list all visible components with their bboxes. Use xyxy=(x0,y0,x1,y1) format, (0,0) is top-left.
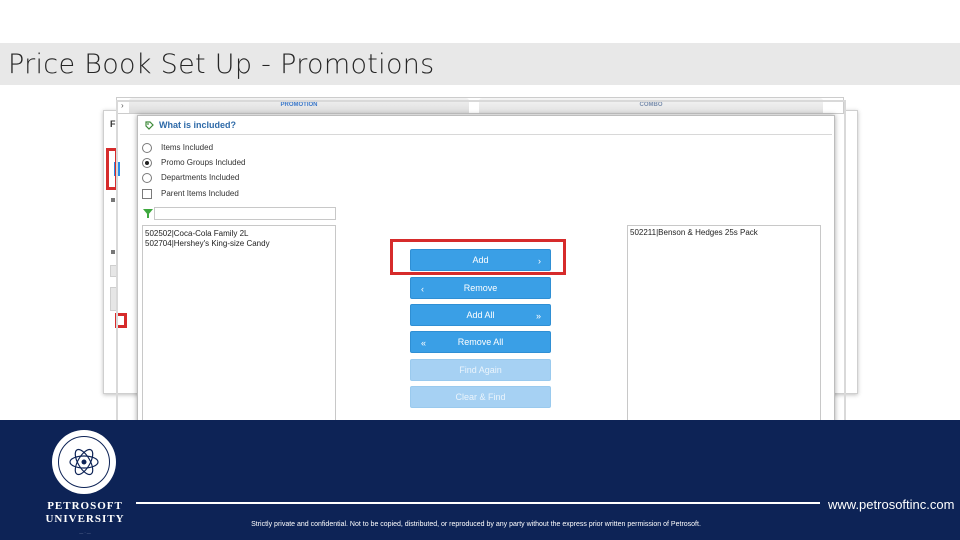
remove-button[interactable]: ‹ Remove xyxy=(410,277,551,299)
footer-divider xyxy=(136,502,820,504)
chevron-left-icon: ‹ xyxy=(421,284,424,294)
background-form-label: F xyxy=(110,119,116,129)
add-button-highlight xyxy=(390,239,566,275)
option-label: Departments Included xyxy=(161,173,240,182)
website-url[interactable]: www.petrosoftinc.com xyxy=(828,496,960,514)
radio-button-selected[interactable] xyxy=(142,158,152,168)
add-all-button-label: Add All xyxy=(466,310,495,320)
background-marker xyxy=(111,198,115,202)
radio-button[interactable] xyxy=(142,173,152,183)
tag-icon xyxy=(145,121,154,130)
title-bar: Price Book Set Up - Promotions xyxy=(0,43,960,85)
remove-button-label: Remove xyxy=(463,283,498,293)
option-label: Parent Items Included xyxy=(161,189,239,198)
list-item[interactable]: 502211|Benson & Hedges 25s Pack xyxy=(628,228,820,238)
clear-and-find-button-label: Clear & Find xyxy=(455,392,506,402)
radio-button[interactable] xyxy=(142,143,152,153)
list-item[interactable]: 502704|Hershey's King-size Candy xyxy=(143,239,335,249)
double-chevron-left-icon: « xyxy=(421,338,427,348)
logo-text-petrosoft: PETROSOFT xyxy=(47,500,123,512)
page-title: Price Book Set Up - Promotions xyxy=(8,49,435,80)
slide: Price Book Set Up - Promotions › PROMOTI… xyxy=(0,0,960,540)
background-marker xyxy=(111,250,115,254)
find-again-button[interactable]: Find Again xyxy=(410,359,551,381)
option-label: Items Included xyxy=(161,143,214,152)
dialog-title: What is included? xyxy=(159,120,237,130)
filter-icon-stem xyxy=(147,214,149,218)
clear-and-find-button[interactable]: Clear & Find xyxy=(410,386,551,408)
option-label: Promo Groups Included xyxy=(161,158,246,167)
logo-seal-icon xyxy=(52,430,116,494)
find-again-button-label: Find Again xyxy=(459,365,502,375)
logo-text-university: UNIVERSITY xyxy=(45,513,125,525)
remove-all-button-label: Remove All xyxy=(457,337,504,347)
list-item[interactable]: 502502|Coca-Cola Family 2L xyxy=(143,229,335,239)
selected-items-list[interactable]: 502211|Benson & Hedges 25s Pack xyxy=(627,225,821,436)
logo-underline: — · — xyxy=(79,530,91,535)
add-all-button[interactable]: Add All » xyxy=(410,304,551,326)
double-chevron-right-icon: » xyxy=(535,311,541,321)
dialog-header: What is included? xyxy=(140,117,832,135)
remove-all-button[interactable]: « Remove All xyxy=(410,331,551,353)
checkbox[interactable] xyxy=(142,189,152,199)
petrosoft-university-logo: PETROSOFT UNIVERSITY — · — xyxy=(40,428,130,540)
confidentiality-notice: Strictly private and confidential. Not t… xyxy=(251,521,701,528)
filter-input[interactable] xyxy=(154,207,336,220)
available-items-list[interactable]: 502502|Coca-Cola Family 2L 502704|Hershe… xyxy=(142,225,336,436)
